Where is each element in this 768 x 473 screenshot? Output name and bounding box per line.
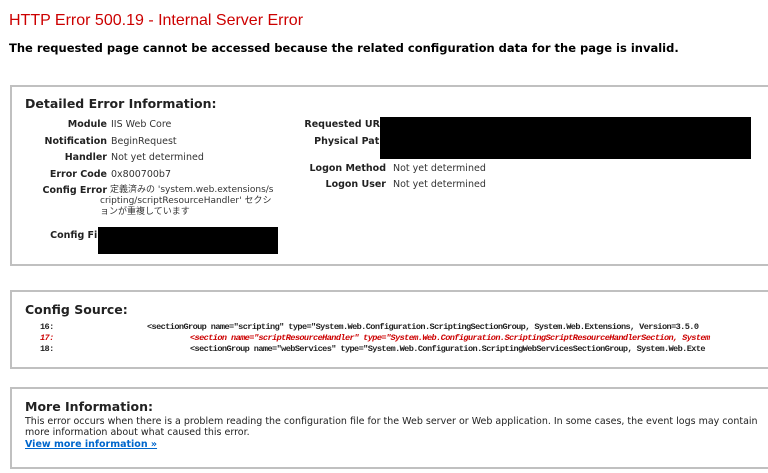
more-information-panel: More Information: This error occurs when… — [10, 387, 768, 469]
page-subtitle: The requested page cannot be accessed be… — [9, 41, 679, 55]
code-line-error: <section name="scriptResourceHandler" ty… — [190, 333, 710, 343]
handler-value: Not yet determined — [111, 152, 204, 163]
notification-value: BeginRequest — [111, 136, 177, 147]
requested-url-label: Requested URL — [304, 119, 386, 130]
logon-method-value: Not yet determined — [393, 163, 486, 174]
url-path-redacted — [380, 117, 751, 159]
logon-user-value: Not yet determined — [393, 179, 486, 190]
config-source-heading: Config Source: — [25, 302, 128, 317]
logon-method-label: Logon Method — [309, 163, 386, 174]
config-error-label: Config Error — [42, 185, 107, 196]
code-line: <sectionGroup name="scripting" type="Sys… — [147, 322, 699, 332]
page-title: HTTP Error 500.19 - Internal Server Erro… — [9, 12, 304, 29]
module-label: Module — [67, 119, 107, 130]
view-more-information-link[interactable]: View more information » — [25, 439, 157, 450]
config-source-panel: Config Source: 16: <sectionGroup name="s… — [10, 290, 768, 369]
error-code-label: Error Code — [49, 169, 107, 180]
line-number-error: 17: — [40, 333, 54, 343]
code-line: <sectionGroup name="webServices" type="S… — [190, 344, 706, 354]
line-number: 16: — [40, 322, 54, 332]
more-information-text: This error occurs when there is a proble… — [25, 416, 758, 438]
handler-label: Handler — [64, 152, 107, 163]
config-file-redacted — [98, 227, 278, 254]
error-code-value: 0x800700b7 — [111, 169, 172, 180]
module-value: IIS Web Core — [111, 119, 172, 130]
more-information-heading: More Information: — [25, 399, 153, 414]
config-error-value: 定義済みの 'system.web.extensions/scripting/s… — [100, 185, 274, 217]
line-number: 18: — [40, 344, 54, 354]
logon-user-label: Logon User — [325, 179, 386, 190]
physical-path-label: Physical Path — [314, 136, 386, 147]
detailed-error-panel: Detailed Error Information: Module IIS W… — [10, 85, 768, 266]
notification-label: Notification — [44, 136, 107, 147]
detailed-error-heading: Detailed Error Information: — [25, 96, 217, 111]
